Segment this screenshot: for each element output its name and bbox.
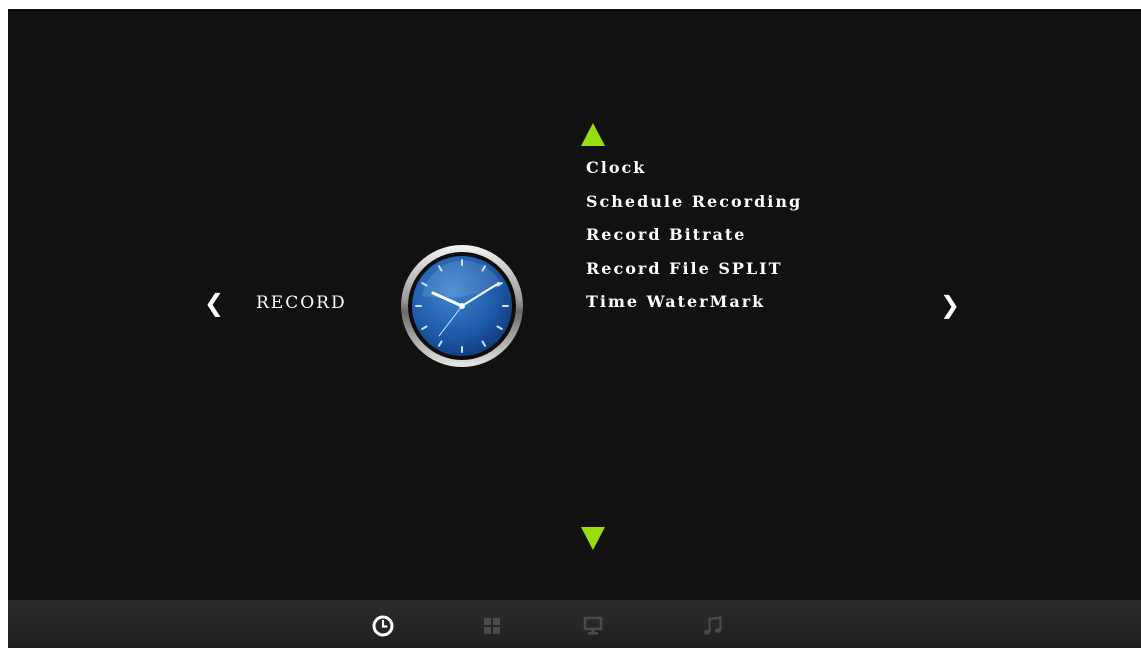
section-title: RECORD [256, 293, 347, 313]
grid-icon[interactable] [480, 614, 504, 638]
menu-item-schedule-recording[interactable]: Schedule Recording [586, 192, 802, 227]
scroll-up-arrow-icon[interactable] [581, 123, 605, 146]
clock-icon [401, 245, 523, 367]
menu-screen: ❮ RECORD Clock Schedule Recording Record… [8, 9, 1141, 648]
settings-menu: Clock Schedule Recording Record Bitrate … [586, 159, 802, 327]
category-bar [8, 600, 1141, 648]
menu-item-clock[interactable]: Clock [586, 159, 802, 193]
music-note-icon[interactable] [701, 614, 725, 638]
next-section-arrow[interactable]: ❯ [940, 293, 960, 317]
menu-item-time-watermark[interactable]: Time WaterMark [586, 293, 802, 327]
clock-icon[interactable] [371, 614, 395, 638]
menu-item-record-bitrate[interactable]: Record Bitrate [586, 226, 802, 260]
scroll-down-arrow-icon[interactable] [581, 527, 605, 550]
monitor-icon[interactable] [581, 614, 605, 638]
menu-item-record-file-split[interactable]: Record File SPLIT [586, 259, 802, 294]
previous-section-arrow[interactable]: ❮ [204, 291, 224, 315]
